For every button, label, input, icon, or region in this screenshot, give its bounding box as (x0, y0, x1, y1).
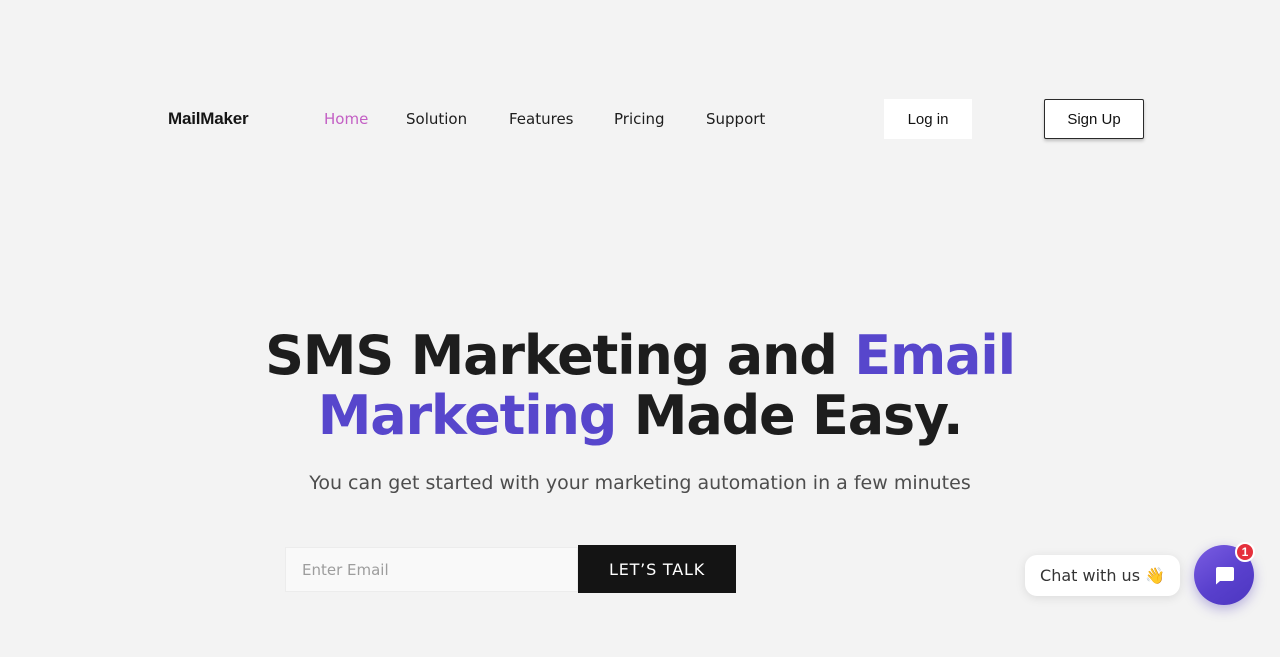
hero-title-accent-marketing: Marketing (317, 384, 618, 447)
signup-button[interactable]: Sign Up (1044, 99, 1144, 139)
nav-item-support[interactable]: Support (706, 110, 765, 128)
hero-title: SMS Marketing and Email Marketing Made E… (0, 326, 1280, 446)
nav-item-features[interactable]: Features (509, 110, 574, 128)
hero-title-accent-email: Email (854, 324, 1016, 387)
email-input[interactable] (285, 547, 578, 592)
hero-title-part1: SMS Marketing and (265, 324, 855, 387)
hero-title-part2: Made Easy. (616, 384, 964, 447)
chat-prompt-bubble[interactable]: Chat with us 👋 (1025, 555, 1180, 596)
nav-item-home[interactable]: Home (324, 110, 368, 128)
login-button[interactable]: Log in (884, 99, 972, 139)
chat-prompt-text: Chat with us (1040, 566, 1141, 585)
chat-icon (1212, 563, 1236, 587)
nav-item-solution[interactable]: Solution (406, 110, 467, 128)
waving-hand-icon: 👋 (1145, 566, 1165, 585)
hero-subtitle: You can get started with your marketing … (309, 472, 971, 494)
nav-item-pricing[interactable]: Pricing (614, 110, 665, 128)
brand-logo[interactable]: MailMaker (168, 109, 249, 129)
lets-talk-button[interactable]: LET’S TALK (578, 545, 736, 593)
notification-badge: 1 (1235, 542, 1255, 562)
